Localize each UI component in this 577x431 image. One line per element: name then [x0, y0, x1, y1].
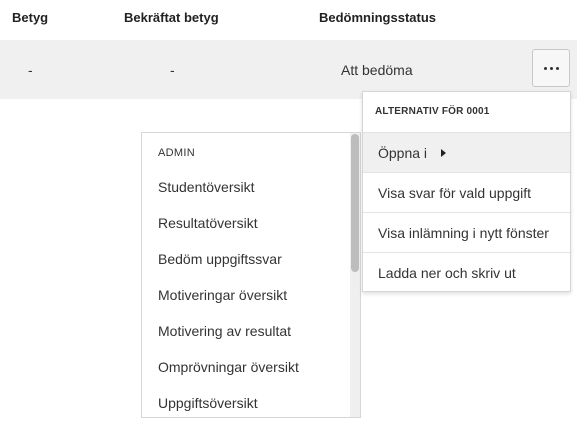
admin-section-label: ADMIN — [158, 147, 195, 159]
admin-item-bedom-uppgiftssvar[interactable]: Bedöm uppgiftssvar — [158, 251, 282, 267]
option-oppna-i[interactable]: Öppna i — [363, 132, 570, 172]
admin-item-uppgiftsoversikt[interactable]: Uppgiftsöversikt — [158, 395, 258, 411]
header-bedomningsstatus: Bedömningsstatus — [319, 10, 437, 25]
table-header: Betyg Bekräftat betyg Bedömningsstatus — [0, 0, 577, 40]
cell-betyg: - — [28, 62, 33, 78]
admin-scrollbar[interactable] — [350, 133, 360, 417]
option-visa-svar[interactable]: Visa svar för vald uppgift — [363, 172, 570, 212]
option-oppna-i-label: Öppna i — [378, 145, 428, 161]
admin-menu: ADMIN Studentöversikt Resultatöversikt B… — [141, 132, 361, 418]
option-visa-inlamning[interactable]: Visa inlämning i nytt fönster — [363, 212, 570, 252]
admin-item-omprovningar-oversikt[interactable]: Omprövningar översikt — [158, 359, 299, 375]
admin-item-motivering-av-resultat[interactable]: Motivering av resultat — [158, 323, 291, 339]
admin-item-studentoversikt[interactable]: Studentöversikt — [158, 179, 255, 195]
options-menu: ALTERNATIV FÖR 0001 Öppna i Visa svar fö… — [362, 91, 571, 292]
more-horizontal-icon — [543, 66, 559, 70]
admin-item-motiveringar-oversikt[interactable]: Motiveringar översikt — [158, 287, 287, 303]
admin-scrollbar-thumb[interactable] — [351, 134, 359, 272]
cell-bekraftat-betyg: - — [170, 62, 175, 78]
admin-item-resultatoversikt[interactable]: Resultatöversikt — [158, 215, 258, 231]
more-options-button[interactable] — [532, 49, 570, 87]
header-betyg: Betyg — [12, 10, 49, 25]
header-bekraftat-betyg: Bekräftat betyg — [124, 10, 219, 25]
caret-right-icon — [441, 149, 447, 157]
options-menu-title: ALTERNATIV FÖR 0001 — [375, 106, 490, 117]
cell-status: Att bedöma — [341, 62, 413, 78]
option-ladda-ner[interactable]: Ladda ner och skriv ut — [363, 252, 570, 292]
